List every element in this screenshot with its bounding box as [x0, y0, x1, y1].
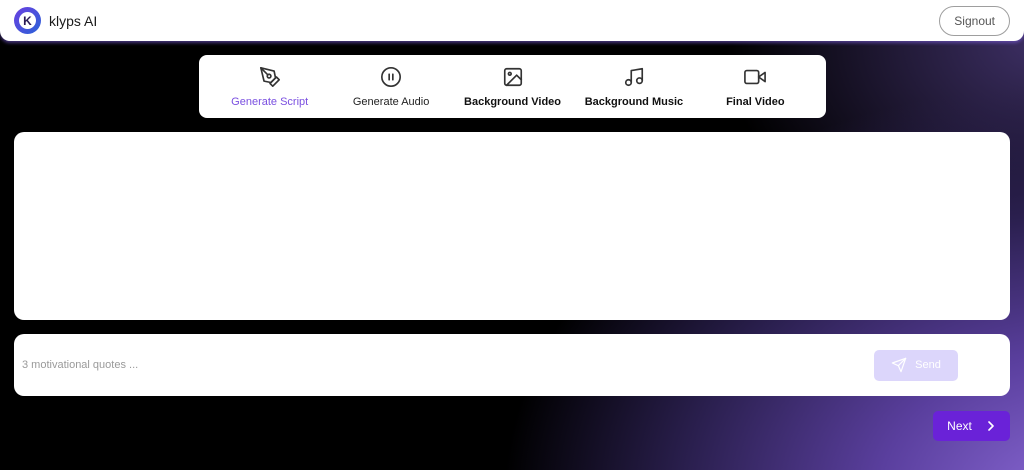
step-label: Background Video	[464, 95, 561, 108]
step-label: Final Video	[726, 95, 785, 108]
chevron-right-icon	[988, 421, 994, 431]
video-camera-icon	[744, 69, 767, 84]
music-note-icon	[624, 67, 643, 86]
step-label: Background Music	[584, 95, 684, 108]
step-background-video[interactable]: Background Video	[452, 55, 573, 118]
pause-circle-icon	[381, 66, 402, 87]
app-logo[interactable]: K	[14, 7, 41, 34]
prompt-input[interactable]	[22, 359, 874, 371]
send-label: Send	[915, 359, 941, 371]
prompt-bar: Send	[14, 334, 1010, 396]
step-generate-audio[interactable]: Generate Audio	[330, 55, 451, 118]
send-icon	[891, 357, 907, 373]
image-icon	[503, 67, 522, 86]
brand: K klyps AI	[14, 7, 97, 34]
script-output-panel[interactable]	[14, 132, 1010, 320]
next-label: Next	[947, 419, 972, 433]
step-final-video[interactable]: Final Video	[695, 55, 816, 118]
pen-tool-icon	[259, 66, 280, 87]
step-generate-script[interactable]: Generate Script	[209, 55, 330, 118]
send-button[interactable]: Send	[874, 349, 958, 381]
step-label: Generate Script	[231, 95, 309, 108]
logo-letter: K	[19, 12, 36, 29]
app-title: klyps AI	[49, 12, 98, 29]
top-header: K klyps AI Signout	[0, 0, 1024, 41]
step-label: Generate Audio	[352, 95, 430, 108]
step-background-music[interactable]: Background Music	[573, 55, 694, 118]
workflow-steps: Generate Script Generate Audio Backgroun…	[199, 55, 826, 118]
next-button[interactable]: Next	[933, 411, 1010, 441]
signout-button[interactable]: Signout	[939, 5, 1010, 36]
